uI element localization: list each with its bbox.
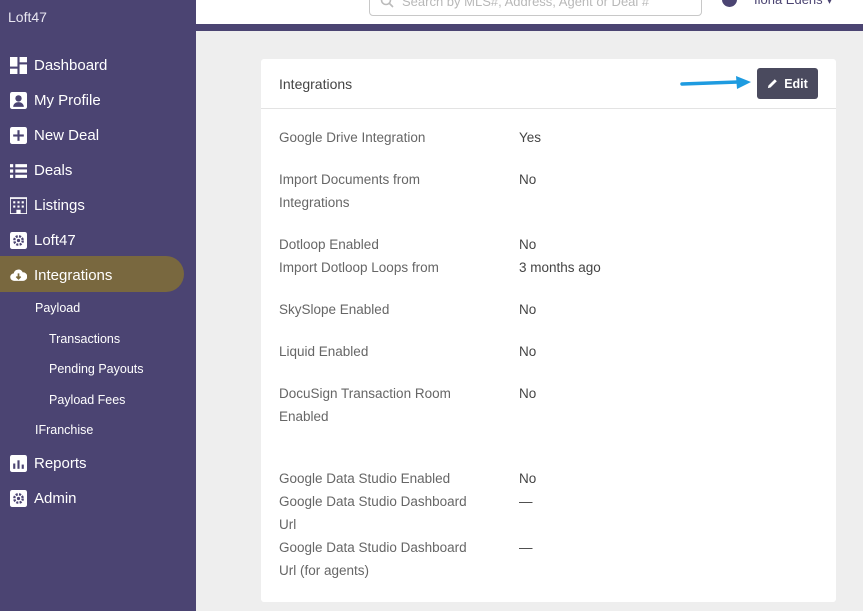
sidebar-item-reports[interactable]: Reports [10, 450, 87, 476]
sidebar-item-label: Loft47 [34, 231, 76, 249]
row-value: Yes [519, 130, 542, 145]
sidebar-subitem-payload[interactable]: Payload [35, 299, 80, 317]
edit-button-label: Edit [784, 76, 808, 91]
row-value: No [519, 237, 537, 252]
row-value: No [519, 386, 537, 401]
arrow-annotation-icon [680, 76, 751, 89]
sidebar-item-label: Integrations [34, 266, 113, 284]
cloud-download-icon [10, 267, 27, 284]
row-label: SkySlope Enabled [279, 302, 390, 317]
brand-name: Loft47 [8, 9, 47, 25]
profile-icon [10, 91, 27, 109]
sidebar-item-new-deal[interactable]: New Deal [10, 122, 99, 148]
row-label: Google Data Studio Dashboard Url [279, 494, 467, 532]
row-label: Google Drive Integration [279, 130, 426, 145]
sidebar-item-label: Reports [34, 454, 87, 472]
sidebar-item-integrations[interactable]: Integrations [10, 262, 112, 288]
sidebar-item-label: Deals [34, 161, 73, 179]
sidebar-subitem-pending-payouts[interactable]: Pending Payouts [49, 360, 144, 378]
gear-square-icon [10, 489, 27, 507]
plus-square-icon [10, 126, 27, 144]
building-icon [10, 196, 27, 214]
sidebar-item-deals[interactable]: Deals [10, 157, 72, 183]
gear-square-icon [10, 231, 27, 249]
sidebar-subitem-ifranchise[interactable]: IFranchise [35, 421, 93, 439]
sidebar-item-my-profile[interactable]: My Profile [10, 87, 101, 113]
bar-chart-icon [10, 454, 27, 472]
search-icon [380, 0, 394, 8]
row-value: 3 months ago [519, 260, 601, 275]
sidebar-item-label: Dashboard [34, 56, 108, 74]
sidebar: Loft47 Dashboard My Profile New Deal Dea… [0, 0, 196, 611]
sidebar-item-label: New Deal [34, 126, 100, 144]
row-label: DocuSign Transaction Room Enabled [279, 386, 451, 424]
row-label: Import Dotloop Loops from [279, 260, 439, 275]
sidebar-item-listings[interactable]: Listings [10, 192, 85, 218]
row-label: Import Documents from Integrations [279, 172, 421, 210]
row-label: Dotloop Enabled [279, 237, 379, 252]
row-label: Google Data Studio Enabled [279, 471, 451, 486]
row-value: — [519, 540, 533, 555]
card-title: Integrations [279, 76, 353, 92]
row-value: No [519, 172, 537, 187]
user-menu[interactable]: Ilona Edens ▾ [754, 0, 833, 8]
search-box[interactable] [369, 0, 702, 16]
row-label: Google Data Studio Dashboard Url (for ag… [279, 540, 467, 578]
sidebar-subitem-transactions[interactable]: Transactions [49, 330, 120, 348]
top-bar-divider [196, 24, 863, 31]
sidebar-item-label: Admin [34, 489, 77, 507]
dashboard-icon [10, 56, 27, 74]
edit-button[interactable]: Edit [757, 68, 818, 99]
pencil-icon [768, 79, 777, 89]
row-value: — [519, 494, 533, 509]
row-value: No [519, 302, 537, 317]
search-input[interactable] [402, 0, 692, 9]
row-value: No [519, 471, 537, 486]
sidebar-item-loft47[interactable]: Loft47 [10, 227, 76, 253]
sidebar-item-label: My Profile [34, 91, 101, 109]
sidebar-item-label: Listings [34, 196, 85, 214]
row-label: Liquid Enabled [279, 344, 369, 359]
list-icon [10, 162, 27, 179]
sidebar-item-dashboard[interactable]: Dashboard [10, 52, 107, 78]
sidebar-item-admin[interactable]: Admin [10, 485, 77, 511]
row-value: No [519, 344, 537, 359]
sidebar-subitem-payload-fees[interactable]: Payload Fees [49, 391, 125, 409]
